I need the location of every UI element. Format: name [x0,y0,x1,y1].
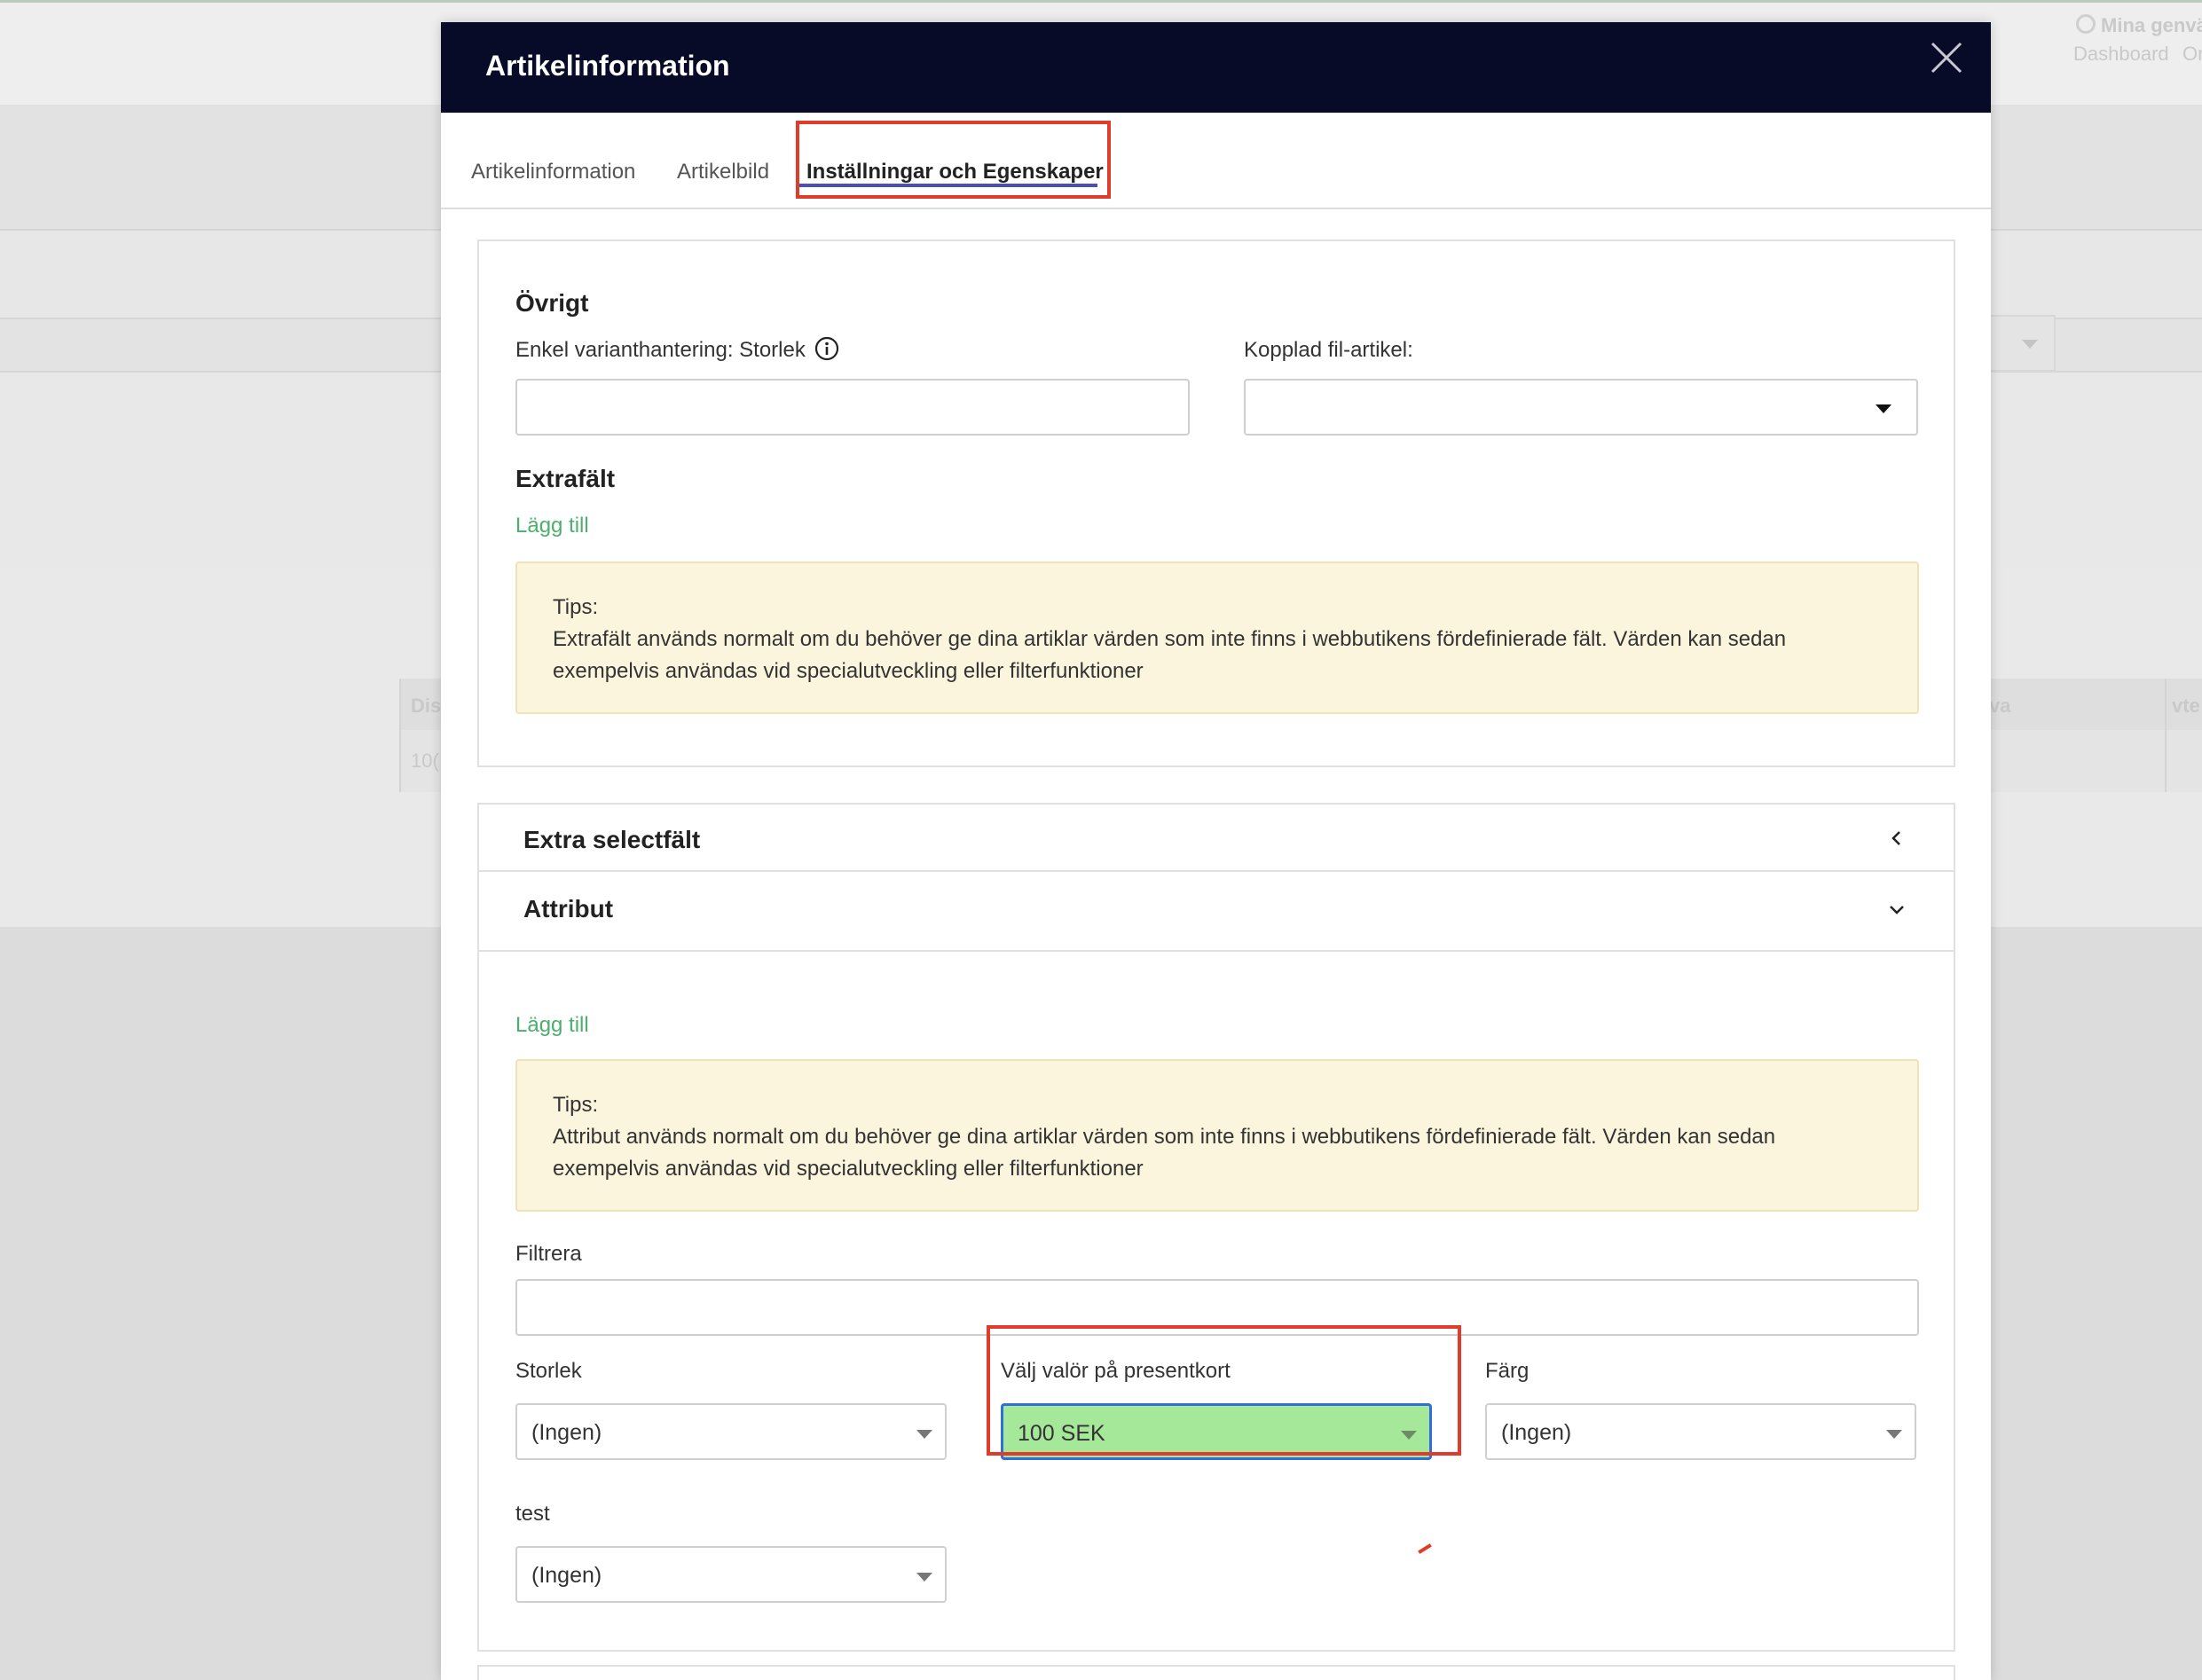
test-select[interactable]: (Ingen) [515,1546,947,1603]
extrafalt-tip: Tips: Extrafält används normalt om du be… [553,592,1882,687]
modal-tabs: Artikelinformation Artikelbild Inställni… [441,113,1991,209]
tip-text: Extrafält används normalt om du behöver … [553,627,1787,683]
close-button[interactable] [1927,38,1966,77]
attribut-title: Attribut [523,895,614,922]
chevron-down-icon [1401,1431,1417,1440]
ovrigt-title: Övrigt [515,289,589,317]
filter-input[interactable] [515,1279,1919,1336]
variant-input[interactable] [515,379,1190,436]
chevron-down-icon [1890,906,1904,915]
attribut-accordion[interactable]: Attribut [479,872,1954,952]
presentkort-value: 100 SEK [1018,1421,1105,1446]
presentkort-select[interactable]: 100 SEK [1001,1403,1432,1460]
extrafalt-add-link[interactable]: Lägg till [515,514,589,538]
chevron-down-icon [1886,1430,1902,1439]
next-card [477,1665,1955,1680]
attribute-card: Extra selectfält Attribut Lägg till Tips… [477,803,1955,1652]
background-table-head-text: Dis [411,695,442,717]
tip-heading: Tips: [553,595,599,619]
presentkort-label: Välj valör på presentkort [1001,1359,1231,1383]
background-column-line [399,679,401,792]
article-info-modal: Artikelinformation Artikelinformation Ar… [441,22,1991,1680]
active-tab-underline [796,184,1097,187]
extrafalt-tip-box: Tips: Extrafält används normalt om du be… [515,561,1919,714]
background-table-head-text: va [1989,695,2011,717]
extra-selectfalt-title: Extra selectfält [523,826,701,853]
farg-value: (Ingen) [1501,1420,1572,1445]
linked-file-select[interactable] [1244,379,1918,436]
background-nav-other: Or [2182,43,2202,65]
background-table-cell-text: 10( [411,750,439,772]
tab-artikelinformation[interactable]: Artikelinformation [471,160,635,184]
chevron-down-icon [1876,404,1891,413]
test-label: test [515,1502,550,1526]
chevron-down-icon [916,1573,932,1582]
filter-label: Filtrera [515,1242,582,1266]
tip-text: Attribut används normalt om du behöver g… [553,1125,1776,1181]
storlek-label: Storlek [515,1359,582,1383]
info-icon[interactable] [814,336,839,361]
attribut-add-link[interactable]: Lägg till [515,1013,589,1038]
farg-label: Färg [1485,1359,1530,1383]
farg-select[interactable]: (Ingen) [1485,1403,1916,1460]
chevron-down-icon [916,1430,932,1439]
storlek-value: (Ingen) [531,1420,602,1445]
storlek-select[interactable]: (Ingen) [515,1403,947,1460]
background-column-line [2165,679,2167,792]
background-nav-dashboard: Dashboard [2073,43,2169,65]
background-table-head-text: vte [2172,695,2200,717]
extrafalt-title: Extrafält [515,465,616,492]
chevron-left-icon [1891,831,1900,845]
variant-label: Enkel varianthantering: Storlek [515,338,806,362]
attribut-tip: Tips: Attribut används normalt om du beh… [553,1089,1882,1185]
extra-selectfalt-accordion[interactable]: Extra selectfält [479,805,1954,872]
ovrigt-card: Övrigt Enkel varianthantering: Storlek K… [477,239,1955,767]
close-icon [1931,42,1962,74]
test-value: (Ingen) [531,1563,602,1588]
gear-icon [2076,14,2096,34]
modal-title: Artikelinformation [485,50,730,82]
background-shortcut-text: Mina genväg [2101,14,2202,36]
tab-artikelbild[interactable]: Artikelbild [677,160,769,184]
attribut-tip-box: Tips: Attribut används normalt om du beh… [515,1059,1919,1212]
tip-heading: Tips: [553,1093,599,1117]
modal-header: Artikelinformation [441,22,1991,113]
tab-installningar-och-egenskaper[interactable]: Inställningar och Egenskaper [806,160,1104,184]
linked-file-label: Kopplad fil-artikel: [1244,338,1413,362]
